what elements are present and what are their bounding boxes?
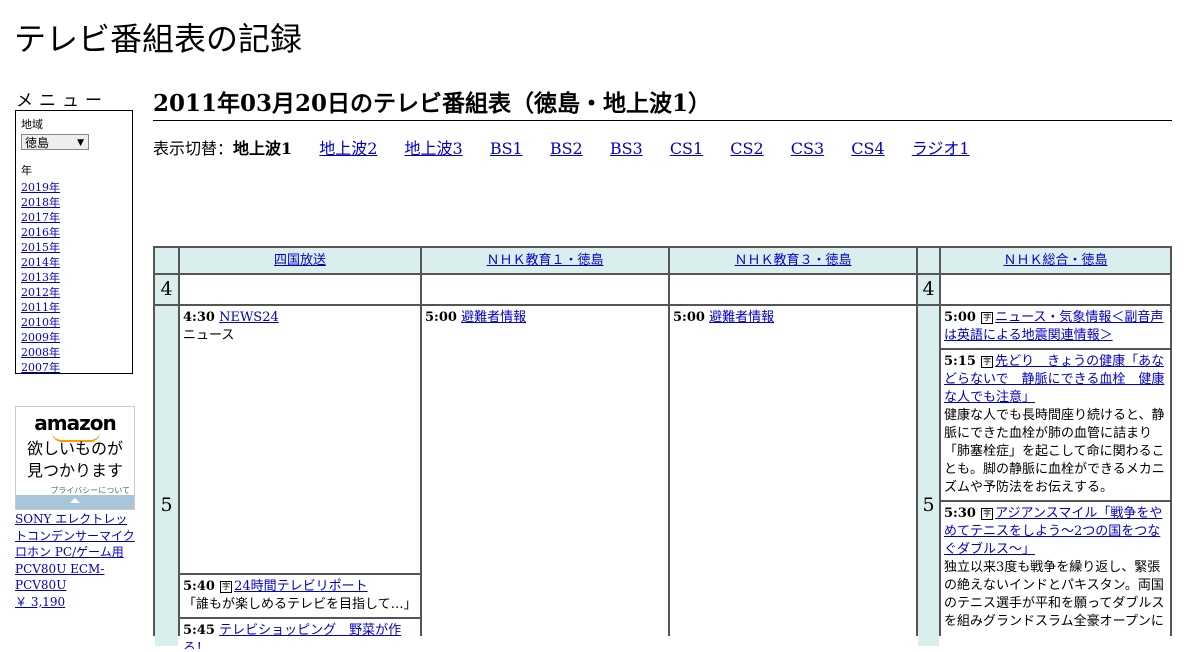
program-time: 5:00 bbox=[944, 310, 976, 325]
year-link-2010[interactable]: 2010年 bbox=[21, 315, 127, 330]
page-title: 2011年03月20日のテレビ番組表（徳島・地上波1） bbox=[153, 84, 1172, 121]
menu-box: 地域 徳島 ▼ 年 2019年 2018年 2017年 2016年 2015年 … bbox=[15, 110, 133, 374]
hour-cell-5-right: 5 bbox=[918, 306, 939, 646]
ad-product: SONY エレクトレットコンデンサーマイクロホン PC/ゲーム用 PCV80U … bbox=[15, 511, 137, 610]
program-description: 独立以来3度も戦争を繰り返し、緊張の絶えないインドとパキスタン。両国のテニス選手… bbox=[944, 560, 1165, 629]
program-title-link[interactable]: ニュース・気象情報＜副音声は英語による地震関連情報＞ bbox=[944, 310, 1163, 343]
region-select-value: 徳島 bbox=[25, 136, 50, 150]
year-link-2011[interactable]: 2011年 bbox=[21, 300, 127, 315]
channel-link-etv1[interactable]: ＮＨＫ教育１・徳島 bbox=[486, 253, 603, 268]
year-list: 2019年 2018年 2017年 2016年 2015年 2014年 2013… bbox=[21, 180, 127, 375]
program-title-link[interactable]: アジアンスマイル「戦争をやめてテニスをしよう～2つの国をつなぐダブルス～」 bbox=[944, 506, 1162, 557]
program-time: 5:15 bbox=[944, 354, 976, 369]
region-select[interactable]: 徳島 ▼ bbox=[21, 134, 89, 150]
hour-header-right bbox=[918, 248, 939, 273]
chevron-down-icon: ▼ bbox=[77, 138, 84, 148]
program-description: ニュース bbox=[183, 328, 235, 343]
switch-link-cs4[interactable]: CS4 bbox=[851, 139, 884, 158]
year-label: 年 bbox=[21, 164, 32, 177]
ad-product-link[interactable]: SONY エレクトレットコンデンサーマイクロホン PC/ゲーム用 PCV80U … bbox=[15, 511, 137, 594]
triangle-up-icon bbox=[70, 498, 80, 503]
hour-cell-4-right: 4 bbox=[918, 275, 939, 304]
program-cell: 5:00 避難者情報 bbox=[670, 306, 916, 646]
subtitle-icon: 字 bbox=[981, 508, 994, 520]
switch-link-radio1[interactable]: ラジオ1 bbox=[912, 139, 970, 158]
switcher-label: 表示切替： bbox=[153, 139, 234, 158]
year-link-2012[interactable]: 2012年 bbox=[21, 285, 127, 300]
year-link-2015[interactable]: 2015年 bbox=[21, 240, 127, 255]
empty-slot-etv3-4 bbox=[670, 275, 916, 304]
year-link-2019[interactable]: 2019年 bbox=[21, 180, 127, 195]
hour-cell-4-left: 4 bbox=[155, 275, 178, 304]
empty-slot-shikoku-4 bbox=[180, 275, 420, 304]
year-link-2007[interactable]: 2007年 bbox=[21, 360, 127, 375]
switcher-current: 地上波1 bbox=[233, 139, 293, 158]
empty-slot-nhk-4 bbox=[941, 275, 1170, 304]
channel-header-etv1: ＮＨＫ教育１・徳島 bbox=[422, 248, 668, 273]
program-description: 「誰もが楽しめるテレビを目指して…」 bbox=[183, 597, 417, 612]
year-link-2013[interactable]: 2013年 bbox=[21, 270, 127, 285]
program-time: 5:45 bbox=[183, 623, 215, 638]
switch-link-bs1[interactable]: BS1 bbox=[490, 139, 523, 158]
program-title-link[interactable]: NEWS24 bbox=[219, 310, 279, 325]
view-switcher: 表示切替：地上波1 地上波2 地上波3 BS1 BS2 BS3 CS1 CS2 … bbox=[153, 135, 970, 159]
program-cell: 5:00 字ニュース・気象情報＜副音声は英語による地震関連情報＞ bbox=[941, 306, 1170, 348]
year-link-2008[interactable]: 2008年 bbox=[21, 345, 127, 360]
ad-product-price[interactable]: ￥ 3,190 bbox=[15, 594, 137, 611]
program-cell: 5:45 テレビショッピング 野菜が作る！ bbox=[180, 619, 420, 649]
year-link-2017[interactable]: 2017年 bbox=[21, 210, 127, 225]
program-title-link[interactable]: 避難者情報 bbox=[709, 310, 774, 325]
program-title-link[interactable]: 先どり きょうの健康「あなどらないで 静脈にできる血栓 健康な人でも注意」 bbox=[944, 354, 1164, 405]
switch-link-chijoha3[interactable]: 地上波3 bbox=[405, 139, 463, 158]
switch-link-bs2[interactable]: BS2 bbox=[550, 139, 583, 158]
channel-link-etv3[interactable]: ＮＨＫ教育３・徳島 bbox=[734, 253, 851, 268]
program-time: 4:30 bbox=[183, 310, 215, 325]
switch-link-cs1[interactable]: CS1 bbox=[670, 139, 703, 158]
ad-expand-bar[interactable] bbox=[16, 495, 134, 509]
year-link-2014[interactable]: 2014年 bbox=[21, 255, 127, 270]
site-title: テレビ番組表の記録 bbox=[14, 20, 303, 58]
amazon-ad-banner[interactable]: amazon 欲しいものが 見つかります プライバシーについて bbox=[15, 406, 135, 510]
program-cell: 5:40 字 24時間テレビリポート 「誰もが楽しめるテレビを目指して…」 bbox=[180, 575, 420, 617]
ad-tagline-line2: 見つかります bbox=[26, 461, 123, 480]
program-time: 5:30 bbox=[944, 506, 976, 521]
hour-cell-5-left: 5 bbox=[155, 306, 178, 646]
hour-header-left bbox=[155, 248, 178, 273]
program-time: 5:00 bbox=[673, 310, 705, 325]
channel-header-shikoku: 四国放送 bbox=[180, 248, 420, 273]
empty-slot-etv1-4 bbox=[422, 275, 668, 304]
switch-link-bs3[interactable]: BS3 bbox=[610, 139, 643, 158]
year-link-2016[interactable]: 2016年 bbox=[21, 225, 127, 240]
year-link-2018[interactable]: 2018年 bbox=[21, 195, 127, 210]
program-description: 健康な人でも長時間座り続けると、静脈にできた血栓が肺の血管に詰まり「肺塞栓症」を… bbox=[944, 408, 1165, 495]
ad-tagline: 欲しいものが 見つかります bbox=[16, 438, 134, 482]
subtitle-icon: 字 bbox=[981, 356, 994, 368]
program-cell: 5:15 字先どり きょうの健康「あなどらないで 静脈にできる血栓 健康な人でも… bbox=[941, 350, 1170, 500]
program-title-link[interactable]: 避難者情報 bbox=[461, 310, 526, 325]
switch-link-chijoha2[interactable]: 地上波2 bbox=[319, 139, 377, 158]
ad-tagline-line1: 欲しいものが bbox=[26, 439, 123, 458]
channel-link-shikoku[interactable]: 四国放送 bbox=[274, 253, 326, 268]
channel-header-nhk-general: ＮＨＫ総合・徳島 bbox=[941, 248, 1170, 273]
switch-link-cs2[interactable]: CS2 bbox=[730, 139, 763, 158]
subtitle-icon: 字 bbox=[220, 581, 233, 593]
schedule-grid: 四国放送 ＮＨＫ教育１・徳島 ＮＨＫ教育３・徳島 ＮＨＫ総合・徳島 4 4 4:… bbox=[153, 246, 1172, 652]
menu-heading: メニュー bbox=[16, 91, 108, 111]
region-label: 地域 bbox=[21, 118, 43, 131]
program-cell: 4:30 NEWS24 ニュース bbox=[180, 306, 420, 573]
program-title-link[interactable]: 24時間テレビリポート bbox=[234, 579, 368, 594]
year-link-2009[interactable]: 2009年 bbox=[21, 330, 127, 345]
subtitle-icon: 字 bbox=[981, 312, 994, 324]
program-time: 5:00 bbox=[425, 310, 457, 325]
channel-link-nhk-general[interactable]: ＮＨＫ総合・徳島 bbox=[1003, 253, 1107, 268]
program-time: 5:40 bbox=[183, 579, 215, 594]
program-cell: 5:00 避難者情報 bbox=[422, 306, 668, 646]
switch-link-cs3[interactable]: CS3 bbox=[791, 139, 824, 158]
program-title-link[interactable]: テレビショッピング 野菜が作る！ bbox=[183, 623, 401, 649]
channel-header-etv3: ＮＨＫ教育３・徳島 bbox=[670, 248, 916, 273]
